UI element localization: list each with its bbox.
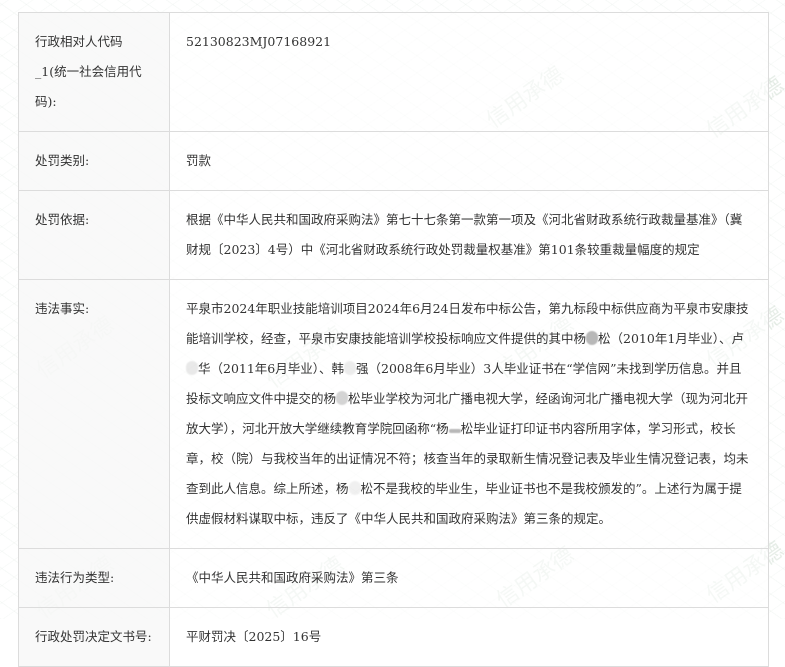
table-row: 行政相对人代码_1(统一社会信用代码): 52130823MJ07168921 <box>18 12 769 132</box>
redacted-mark <box>586 331 599 345</box>
field-value-violation-type: 《中华人民共和国政府采购法》第三条 <box>169 548 769 608</box>
field-value-penalty-type: 罚款 <box>169 131 769 191</box>
table-row: 处罚依据: 根据《中华人民共和国政府采购法》第七十七条第一款第一项及《河北省财政… <box>18 190 769 280</box>
field-value-decision-number: 平财罚决〔2025〕16号 <box>169 607 769 667</box>
table-row: 违法事实: 平泉市2024年职业技能培训项目2024年6月24日发布中标公告，第… <box>18 279 769 549</box>
field-value-violation-facts: 平泉市2024年职业技能培训项目2024年6月24日发布中标公告，第九标段中标供… <box>169 279 769 549</box>
facts-text: 松（2010年1月毕业）、卢 <box>598 331 745 346</box>
redacted-mark <box>448 429 461 433</box>
field-label-penalty-type: 处罚类别: <box>18 131 170 191</box>
table-row: 处罚类别: 罚款 <box>18 131 769 191</box>
field-value-penalty-basis: 根据《中华人民共和国政府采购法》第七十七条第一款第一项及《河北省财政系统行政裁量… <box>169 190 769 280</box>
field-label-violation-type: 违法行为类型: <box>18 548 170 608</box>
redacted-mark <box>348 481 361 495</box>
penalty-record-table: 行政相对人代码_1(统一社会信用代码): 52130823MJ07168921 … <box>18 12 769 667</box>
redacted-mark <box>186 361 198 375</box>
table-row: 违法行为类型: 《中华人民共和国政府采购法》第三条 <box>18 548 769 608</box>
field-label-penalty-basis: 处罚依据: <box>18 190 170 280</box>
field-label-credit-code: 行政相对人代码_1(统一社会信用代码): <box>18 12 170 132</box>
field-label-violation-facts: 违法事实: <box>18 279 170 549</box>
table-row: 行政处罚决定文书号: 平财罚决〔2025〕16号 <box>18 607 769 667</box>
redacted-mark <box>336 391 349 405</box>
field-value-credit-code: 52130823MJ07168921 <box>169 12 769 132</box>
field-label-decision-number: 行政处罚决定文书号: <box>18 607 170 667</box>
redacted-mark <box>344 361 357 375</box>
facts-text: 华（2011年6月毕业）、韩 <box>198 361 345 376</box>
